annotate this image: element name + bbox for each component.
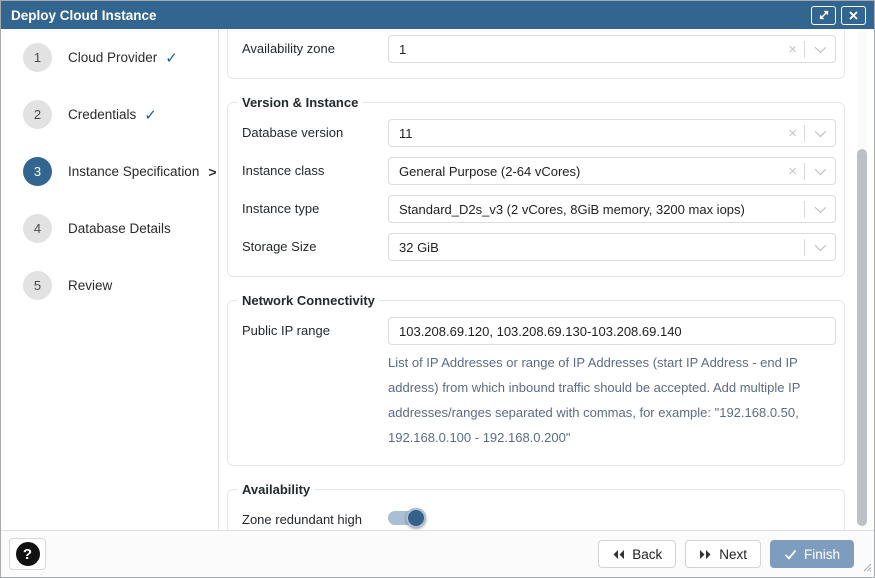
step-number-badge: 3 bbox=[23, 157, 52, 186]
step-number-badge: 4 bbox=[23, 214, 52, 243]
back-button-label: Back bbox=[632, 547, 662, 562]
database-version-value: 11 bbox=[399, 126, 781, 141]
instance-type-combobox[interactable]: Standard_D2s_v3 (2 vCores, 8GiB memory, … bbox=[388, 195, 836, 223]
storage-size-label: Storage Size bbox=[238, 239, 388, 255]
version-instance-section: Version & Instance Database version 11 ×… bbox=[227, 95, 845, 277]
instance-class-combobox[interactable]: General Purpose (2-64 vCores) × bbox=[388, 157, 836, 185]
network-connectivity-section: Network Connectivity Public IP range Lis… bbox=[227, 293, 845, 466]
step-label: Instance Specification bbox=[68, 164, 199, 179]
instance-class-label: Instance class bbox=[238, 163, 388, 179]
zone-redundant-ha-label: Zone redundant high availability bbox=[238, 506, 388, 530]
availability-zone-combobox[interactable]: 1 × bbox=[388, 35, 836, 63]
availability-section: Availability Zone redundant high availab… bbox=[227, 482, 845, 530]
step-completed-check-icon: ✓ bbox=[144, 106, 157, 124]
instance-class-value: General Purpose (2-64 vCores) bbox=[399, 164, 781, 179]
public-ip-range-label: Public IP range bbox=[238, 317, 388, 339]
dialog-title: Deploy Cloud Instance bbox=[11, 8, 806, 23]
step-review[interactable]: 5 Review bbox=[23, 271, 218, 300]
close-icon bbox=[848, 10, 859, 21]
zone-section: Availability zone 1 × bbox=[227, 29, 845, 79]
availability-zone-label: Availability zone bbox=[238, 41, 388, 57]
step-active-chevron-icon: > bbox=[208, 164, 216, 180]
step-credentials[interactable]: 2 Credentials ✓ bbox=[23, 100, 218, 129]
database-version-row: Database version 11 × bbox=[236, 114, 838, 152]
step-cloud-provider[interactable]: 1 Cloud Provider ✓ bbox=[23, 43, 218, 72]
double-arrow-left-icon bbox=[612, 549, 625, 560]
database-version-label: Database version bbox=[238, 125, 388, 141]
storage-size-combobox[interactable]: 32 GiB bbox=[388, 233, 836, 261]
step-label: Database Details bbox=[68, 221, 171, 236]
finish-button[interactable]: Finish bbox=[770, 540, 854, 568]
help-button[interactable]: ? bbox=[9, 538, 46, 570]
clear-icon[interactable]: × bbox=[781, 42, 804, 57]
instance-type-label: Instance type bbox=[238, 201, 388, 217]
storage-size-value: 32 GiB bbox=[399, 240, 804, 255]
next-button[interactable]: Next bbox=[685, 540, 761, 568]
check-icon bbox=[784, 549, 797, 560]
step-number-badge: 5 bbox=[23, 271, 52, 300]
step-instance-specification[interactable]: 3 Instance Specification > bbox=[23, 157, 218, 186]
public-ip-range-input[interactable] bbox=[388, 317, 836, 345]
step-database-details[interactable]: 4 Database Details bbox=[23, 214, 218, 243]
deploy-cloud-instance-dialog: Deploy Cloud Instance 1 Cloud Provider ✓… bbox=[0, 0, 875, 578]
chevron-down-icon[interactable] bbox=[805, 129, 827, 137]
dialog-titlebar: Deploy Cloud Instance bbox=[1, 1, 874, 29]
resize-grip-icon bbox=[863, 563, 872, 572]
wizard-steps-sidebar: 1 Cloud Provider ✓ 2 Credentials ✓ 3 Ins… bbox=[1, 29, 219, 530]
zone-redundant-ha-row: Zone redundant high availability Zone re… bbox=[236, 501, 838, 530]
step-label: Review bbox=[68, 278, 112, 293]
availability-zone-value: 1 bbox=[399, 42, 781, 57]
maximize-icon bbox=[818, 9, 830, 21]
availability-zone-row: Availability zone 1 × bbox=[236, 30, 838, 68]
version-instance-legend: Version & Instance bbox=[238, 95, 362, 110]
network-connectivity-legend: Network Connectivity bbox=[238, 293, 379, 308]
instance-class-row: Instance class General Purpose (2-64 vCo… bbox=[236, 152, 838, 190]
back-button[interactable]: Back bbox=[598, 540, 676, 568]
step-number-badge: 1 bbox=[23, 43, 52, 72]
finish-button-label: Finish bbox=[804, 547, 840, 562]
toggle-thumb bbox=[406, 508, 426, 528]
close-button[interactable] bbox=[841, 6, 866, 25]
resize-grip[interactable] bbox=[863, 560, 872, 575]
clear-icon[interactable]: × bbox=[781, 126, 804, 141]
instance-type-row: Instance type Standard_D2s_v3 (2 vCores,… bbox=[236, 190, 838, 228]
clear-icon[interactable]: × bbox=[781, 164, 804, 179]
dialog-body: 1 Cloud Provider ✓ 2 Credentials ✓ 3 Ins… bbox=[1, 29, 874, 530]
public-ip-range-help-text: List of IP Addresses or range of IP Addr… bbox=[388, 350, 836, 450]
step-completed-check-icon: ✓ bbox=[165, 49, 178, 67]
step-form-content: Availability zone 1 × Version & Instance bbox=[219, 29, 874, 530]
maximize-button[interactable] bbox=[811, 6, 836, 25]
next-button-label: Next bbox=[719, 547, 747, 562]
step-number-badge: 2 bbox=[23, 100, 52, 129]
step-label: Credentials bbox=[68, 107, 136, 122]
storage-size-row: Storage Size 32 GiB bbox=[236, 228, 838, 266]
help-icon: ? bbox=[16, 542, 40, 566]
chevron-down-icon[interactable] bbox=[805, 205, 827, 213]
double-arrow-right-icon bbox=[699, 549, 712, 560]
chevron-down-icon[interactable] bbox=[805, 45, 827, 53]
database-version-combobox[interactable]: 11 × bbox=[388, 119, 836, 147]
availability-legend: Availability bbox=[238, 482, 314, 497]
vertical-scrollbar[interactable] bbox=[857, 31, 867, 528]
instance-type-value: Standard_D2s_v3 (2 vCores, 8GiB memory, … bbox=[399, 202, 804, 217]
chevron-down-icon[interactable] bbox=[805, 243, 827, 251]
dialog-footer: ? Back Next Finish bbox=[1, 530, 874, 577]
step-label: Cloud Provider bbox=[68, 50, 157, 65]
scrollbar-thumb[interactable] bbox=[857, 149, 867, 526]
public-ip-range-row: Public IP range List of IP Addresses or … bbox=[236, 312, 838, 455]
zone-redundant-ha-toggle[interactable] bbox=[388, 508, 428, 528]
chevron-down-icon[interactable] bbox=[805, 167, 827, 175]
